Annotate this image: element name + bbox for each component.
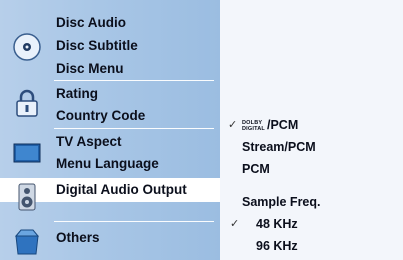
option-48khz[interactable]: ✓ 48 KHz (230, 214, 298, 234)
sample-freq-label: Sample Freq. (242, 195, 321, 209)
menu-item-disc-subtitle[interactable]: Disc Subtitle (56, 35, 138, 57)
check-icon: ✓ (228, 119, 238, 131)
speaker-icon (12, 182, 42, 212)
dolby-digital-logo: DOLBY DIGITAL (242, 119, 265, 132)
setup-screen: Disc Audio Disc Subtitle Disc Menu Ratin… (0, 0, 403, 260)
lock-icon (12, 88, 42, 118)
menu-item-tv-aspect[interactable]: TV Aspect (56, 131, 122, 153)
disc-icon (12, 32, 42, 62)
option-stream-pcm[interactable]: Stream/PCM (242, 137, 316, 157)
menu-item-others[interactable]: Others (56, 227, 100, 249)
check-icon: ✓ (230, 218, 240, 230)
options-panel: ✓ DOLBY DIGITAL/PCM Stream/PCM PCM Sample… (220, 0, 403, 260)
option-96khz[interactable]: 96 KHz (256, 236, 298, 256)
option-pcm[interactable]: PCM (242, 159, 270, 179)
tv-icon (12, 138, 42, 168)
divider (54, 80, 214, 81)
menu-item-disc-audio[interactable]: Disc Audio (56, 12, 126, 34)
divider (54, 128, 214, 129)
menu-item-disc-menu[interactable]: Disc Menu (56, 58, 124, 80)
menu-item-menu-language[interactable]: Menu Language (56, 153, 159, 175)
menu-item-country-code[interactable]: Country Code (56, 105, 145, 127)
menu-item-digital-audio-output[interactable]: Digital Audio Output (56, 179, 187, 201)
box-icon (12, 226, 42, 256)
divider (54, 221, 214, 222)
option-dolby-pcm[interactable]: ✓ DOLBY DIGITAL/PCM (228, 115, 298, 135)
setup-menu: Disc Audio Disc Subtitle Disc Menu Ratin… (0, 0, 220, 260)
menu-item-rating[interactable]: Rating (56, 83, 98, 105)
